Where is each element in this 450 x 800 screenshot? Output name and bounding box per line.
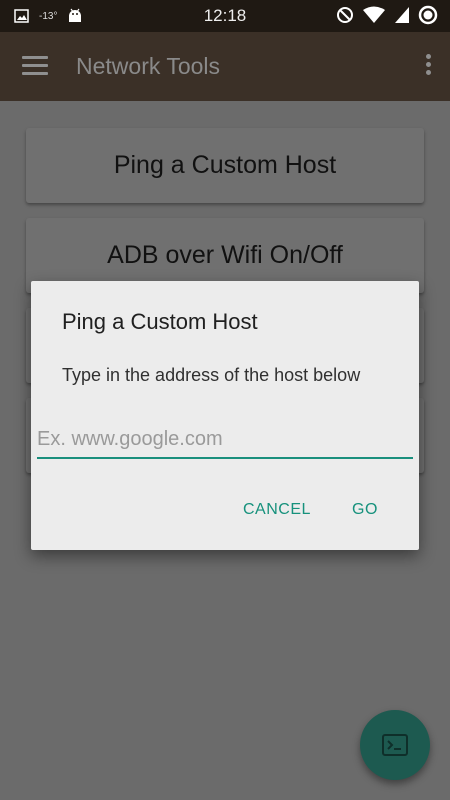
status-bar-right xyxy=(336,5,438,25)
more-vert-icon[interactable] xyxy=(424,54,432,80)
cancel-button[interactable]: CANCEL xyxy=(243,501,311,519)
battery-icon xyxy=(418,5,438,25)
app-title: Network Tools xyxy=(76,53,221,79)
hamburger-menu-icon[interactable] xyxy=(22,56,48,76)
go-button[interactable]: GO xyxy=(352,501,378,519)
terminal-fab-button[interactable] xyxy=(360,710,430,780)
terminal-icon xyxy=(382,734,408,756)
host-address-input[interactable] xyxy=(37,421,413,459)
ping-custom-host-button[interactable]: Ping a Custom Host xyxy=(26,128,424,203)
app-bar: Network Tools xyxy=(0,32,450,101)
dialog-title: Ping a Custom Host xyxy=(62,309,258,334)
do-not-disturb-icon xyxy=(337,7,353,23)
dialog-message: Type in the address of the host below xyxy=(62,365,361,385)
status-bar: -13° 12:18 xyxy=(0,0,450,32)
wifi-icon xyxy=(363,6,385,23)
signal-icon xyxy=(395,7,409,23)
ping-dialog: Ping a Custom Host Type in the address o… xyxy=(31,281,419,550)
